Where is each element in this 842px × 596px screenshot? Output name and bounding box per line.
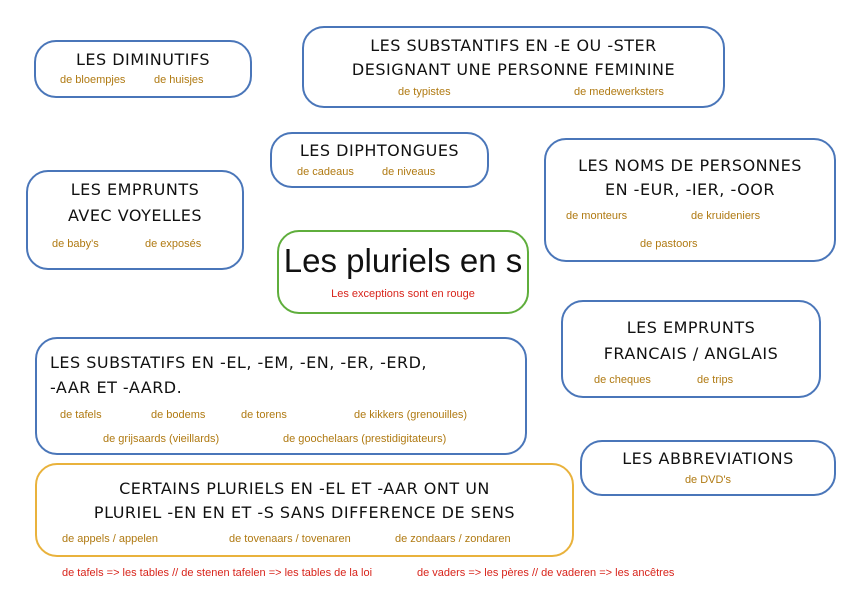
emprunts-voyelles-box: LES EMPRUNTS AVEC VOYELLES de baby's de … (26, 170, 244, 270)
emprunts-voyelles-example-2: de exposés (145, 238, 202, 250)
noms-personnes-title-line1: LES NOMS DE PERSONNES (578, 156, 802, 175)
emprunts-voyelles-title-line2: AVEC VOYELLES (67, 206, 203, 225)
substatifs-title-line1: LES SUBSTATIFS EN -EL, -EM, -EN, -ER, -E… (50, 353, 427, 372)
noms-personnes-title-line2: EN -EUR, -IER, -OOR (605, 180, 775, 199)
emprunts-fr-en-example-2: de trips (697, 374, 734, 386)
diphtongues-example-1: de cadeaus (297, 166, 354, 178)
emprunts-voyelles-title-line1: LES EMPRUNTS (70, 180, 200, 199)
emprunts-fr-en-title-line2: FRANCAIS / ANGLAIS (603, 344, 779, 363)
feminin-example-2: de medewerksters (574, 86, 664, 98)
diminutifs-example-2: de huisjes (154, 74, 204, 86)
noms-personnes-example-2: de kruideniers (691, 210, 761, 222)
feminin-title-line1: LES SUBSTANTIFS EN -E OU -STER (370, 36, 657, 55)
emprunts-voyelles-example-1: de baby's (52, 238, 99, 250)
footnote-vaders: de vaders => les pères // de vaderen => … (417, 567, 675, 579)
certains-pluriels-box: CERTAINS PLURIELS EN -EL ET -AAR ONT UN … (35, 463, 574, 557)
diminutifs-example-1: de bloempjes (60, 74, 126, 86)
substatifs-title-line2: -AAR ET -AARD. (50, 378, 183, 397)
certains-example-1: de appels / appelen (62, 533, 159, 545)
noms-personnes-example-1: de monteurs (566, 210, 628, 222)
substatifs-example-2: de bodems (151, 409, 206, 421)
certains-example-3: de zondaars / zondaren (395, 533, 511, 545)
feminin-title-line2: DESIGNANT UNE PERSONNE FEMININE (351, 60, 676, 79)
noms-personnes-box: LES NOMS DE PERSONNES EN -EUR, -IER, -OO… (544, 138, 836, 262)
center-box: Les pluriels en s Les exceptions sont en… (277, 230, 529, 314)
abbreviations-example-1: de DVD's (684, 474, 732, 486)
certains-title-line1: CERTAINS PLURIELS EN -EL ET -AAR ONT UN (119, 479, 490, 498)
substatifs-example-5: de grijsaards (vieillards) (103, 433, 220, 445)
diphtongues-title: LES DIPHTONGUES (299, 141, 460, 160)
diphtongues-example-2: de niveaus (382, 166, 436, 178)
substatifs-box: LES SUBSTATIFS EN -EL, -EM, -EN, -ER, -E… (35, 337, 527, 455)
emprunts-fr-en-example-1: de cheques (594, 374, 651, 386)
certains-example-2: de tovenaars / tovenaren (229, 533, 351, 545)
feminin-box: LES SUBSTANTIFS EN -E OU -STER DESIGNANT… (302, 26, 725, 108)
abbreviations-title: LES ABBREVIATIONS (622, 449, 794, 468)
emprunts-fr-en-title-line1: LES EMPRUNTS (626, 318, 756, 337)
exceptions-legend: Les exceptions sont en rouge (331, 288, 475, 300)
abbreviations-box: LES ABBREVIATIONS de DVD's (580, 440, 836, 496)
diminutifs-title: LES DIMINUTIFS (75, 50, 211, 69)
substatifs-example-4: de kikkers (grenouilles) (354, 409, 468, 421)
certains-title-line2: PLURIEL -EN EN ET -S SANS DIFFERENCE DE … (93, 503, 516, 522)
noms-personnes-example-3: de pastoors (640, 238, 698, 250)
diphtongues-box: LES DIPHTONGUES de cadeaus de niveaus (270, 132, 489, 188)
diminutifs-box: LES DIMINUTIFS de bloempjes de huisjes (34, 40, 252, 98)
emprunts-fr-en-box: LES EMPRUNTS FRANCAIS / ANGLAIS de chequ… (561, 300, 821, 398)
substatifs-example-1: de tafels (60, 409, 102, 421)
substatifs-example-3: de torens (241, 409, 287, 421)
feminin-example-1: de typistes (398, 86, 451, 98)
footnote-tafels: de tafels => les tables // de stenen taf… (62, 567, 373, 579)
main-title: Les pluriels en s (283, 242, 523, 279)
substatifs-example-6: de goochelaars (prestidigitateurs) (283, 433, 447, 445)
